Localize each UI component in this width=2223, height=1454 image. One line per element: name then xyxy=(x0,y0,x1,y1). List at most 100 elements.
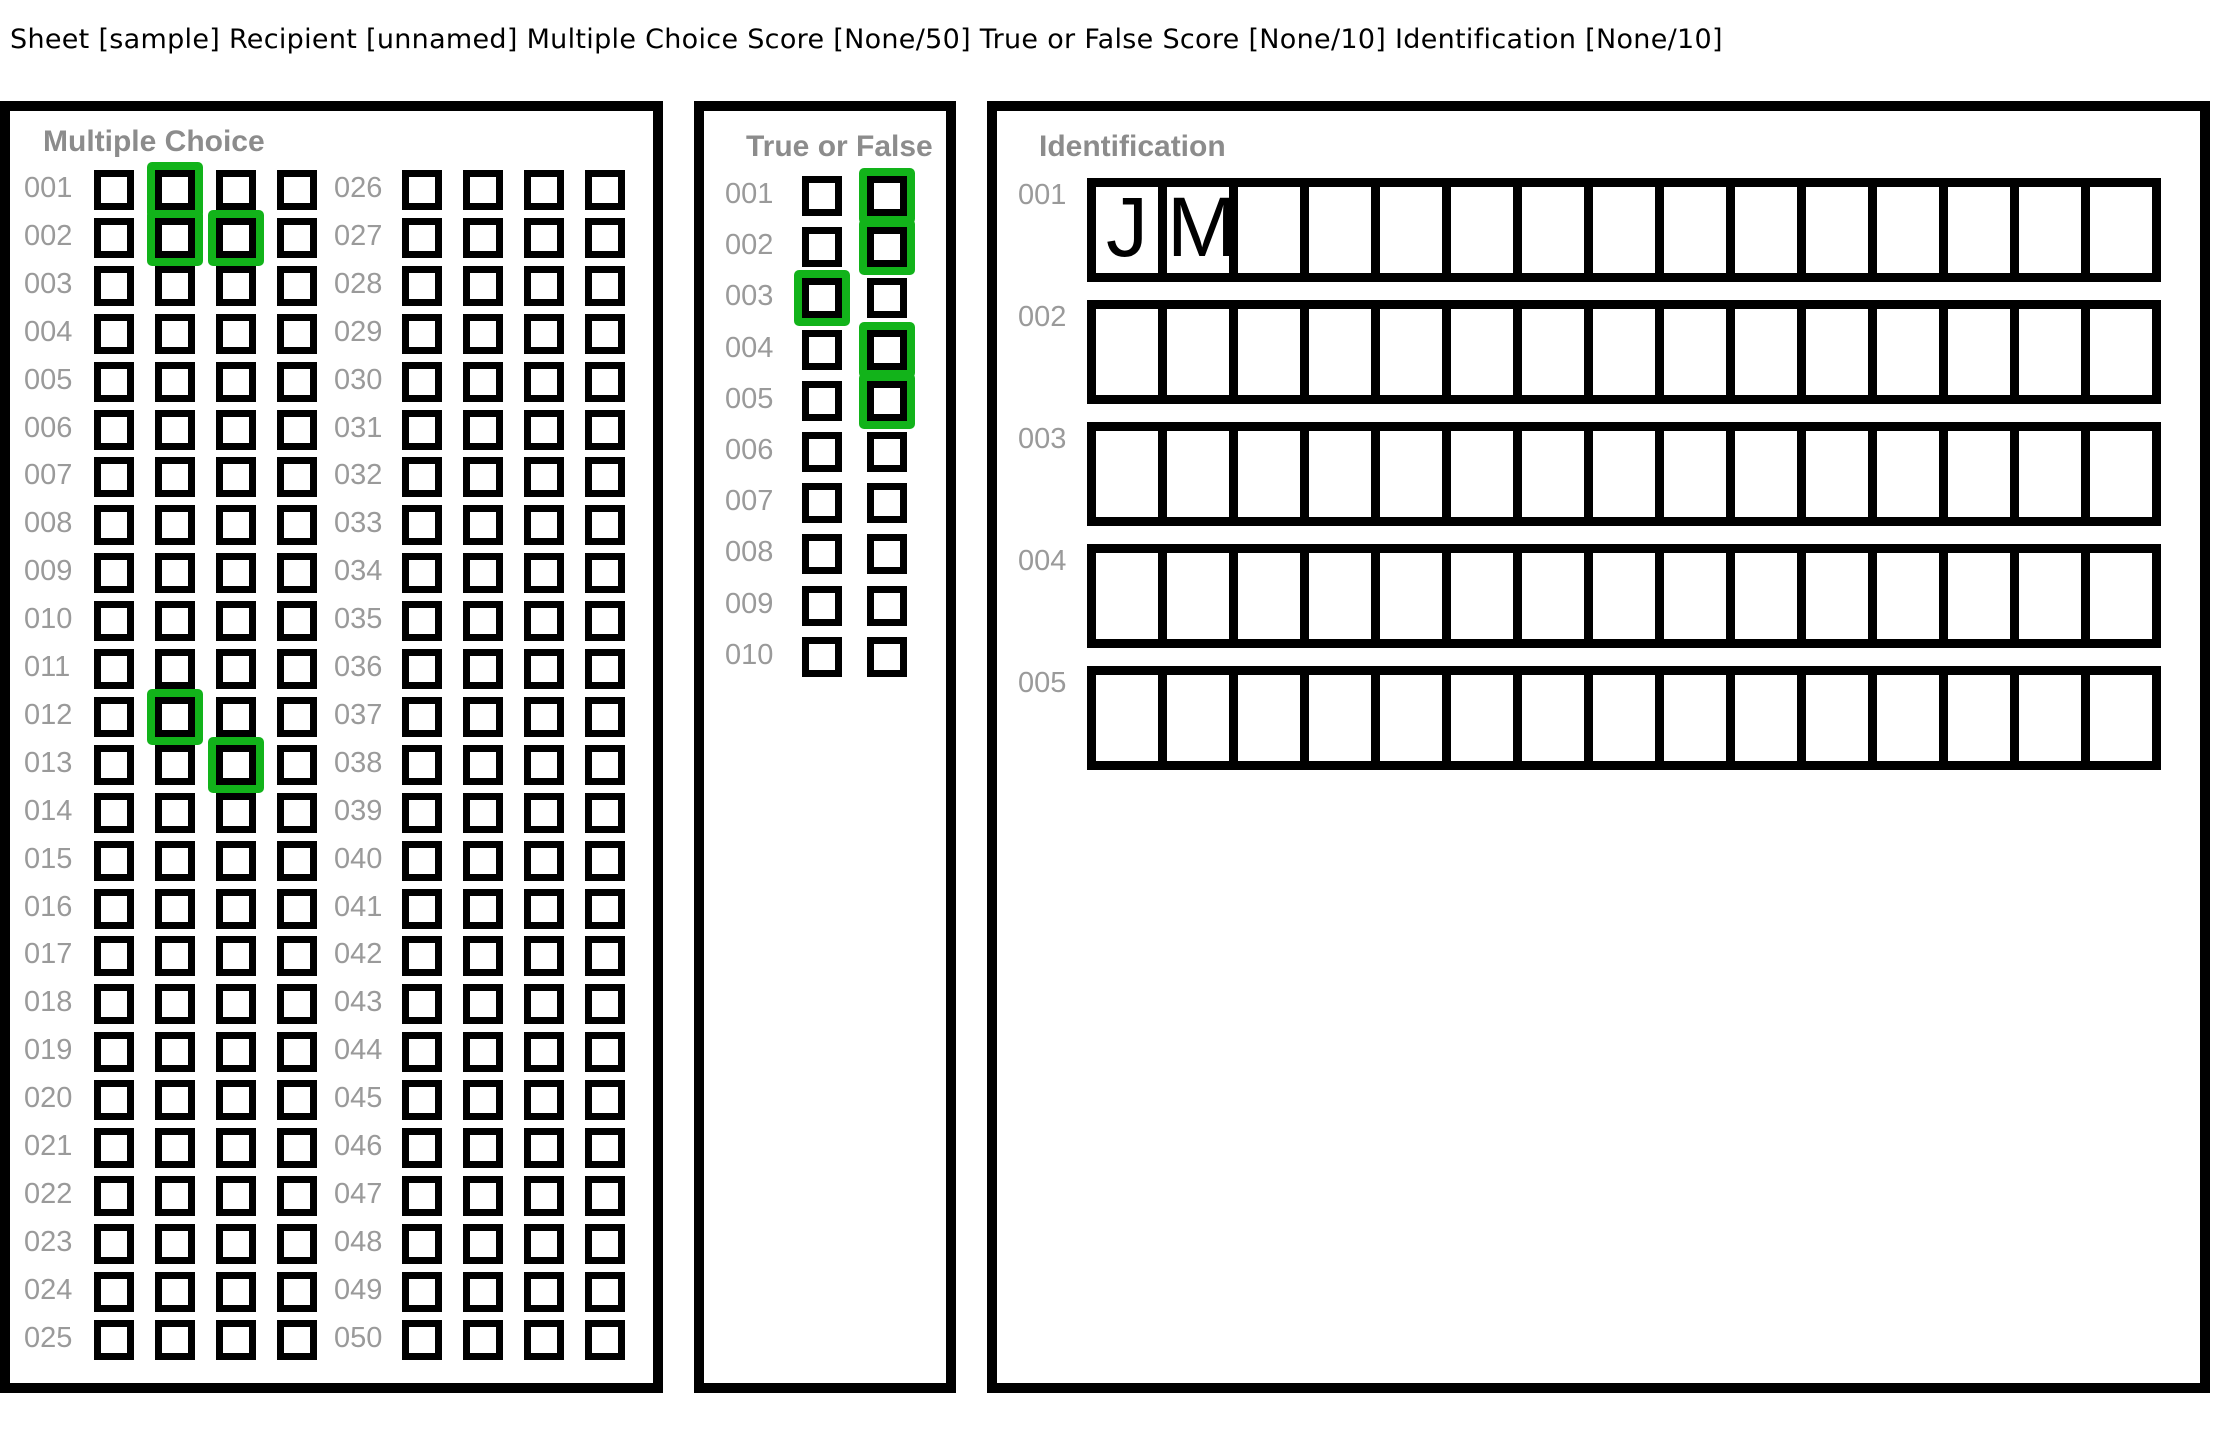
answer-box[interactable] xyxy=(802,227,842,268)
answer-box[interactable] xyxy=(802,432,842,472)
answer-box[interactable] xyxy=(277,1223,317,1264)
answer-box[interactable] xyxy=(277,744,317,785)
answer-box[interactable] xyxy=(402,1223,442,1264)
answer-box-selected[interactable] xyxy=(859,219,915,276)
answer-box[interactable] xyxy=(524,313,564,354)
answer-box[interactable] xyxy=(94,984,134,1025)
answer-box[interactable] xyxy=(216,696,256,737)
answer-box[interactable] xyxy=(802,636,842,677)
answer-box[interactable] xyxy=(402,265,442,306)
answer-box[interactable] xyxy=(463,792,503,833)
answer-box[interactable] xyxy=(216,313,256,354)
answer-cell[interactable] xyxy=(1806,187,1877,273)
answer-cell[interactable] xyxy=(1380,431,1451,517)
answer-box[interactable] xyxy=(216,1271,256,1312)
answer-cell[interactable] xyxy=(1735,187,1806,273)
answer-box[interactable] xyxy=(94,936,134,977)
answer-box[interactable] xyxy=(585,1223,625,1264)
answer-box[interactable] xyxy=(585,984,625,1025)
answer-row[interactable] xyxy=(1087,544,2161,648)
answer-cell[interactable] xyxy=(1735,675,1806,761)
answer-box[interactable] xyxy=(524,1128,564,1168)
answer-cell[interactable] xyxy=(1806,675,1877,761)
answer-box[interactable] xyxy=(585,1080,625,1121)
answer-box[interactable] xyxy=(402,1271,442,1312)
answer-cell[interactable] xyxy=(1593,187,1664,273)
answer-cell[interactable] xyxy=(1877,553,1948,639)
answer-cell[interactable] xyxy=(1238,675,1309,761)
answer-cell[interactable] xyxy=(1380,309,1451,395)
answer-box[interactable] xyxy=(402,505,442,546)
answer-box[interactable] xyxy=(585,217,625,258)
answer-box[interactable] xyxy=(463,840,503,881)
answer-cell[interactable] xyxy=(2090,309,2152,395)
answer-box[interactable] xyxy=(402,888,442,929)
answer-box[interactable] xyxy=(94,744,134,785)
answer-box[interactable] xyxy=(463,1175,503,1216)
answer-box[interactable] xyxy=(155,649,195,689)
answer-box[interactable] xyxy=(402,1175,442,1216)
answer-box[interactable] xyxy=(463,1032,503,1073)
answer-box[interactable] xyxy=(585,265,625,306)
answer-box[interactable] xyxy=(94,217,134,258)
answer-box[interactable] xyxy=(402,744,442,785)
answer-box[interactable] xyxy=(155,1175,195,1216)
answer-box[interactable] xyxy=(463,696,503,737)
answer-box[interactable] xyxy=(867,636,907,677)
answer-cell[interactable] xyxy=(1948,553,2019,639)
answer-box[interactable] xyxy=(802,380,842,421)
answer-box[interactable] xyxy=(402,984,442,1025)
answer-box[interactable] xyxy=(216,840,256,881)
answer-cell[interactable] xyxy=(1664,553,1735,639)
answer-box[interactable] xyxy=(216,505,256,546)
answer-box[interactable] xyxy=(277,313,317,354)
answer-cell[interactable] xyxy=(1309,553,1380,639)
answer-box[interactable] xyxy=(155,409,195,450)
answer-box-selected[interactable] xyxy=(208,209,264,266)
answer-box[interactable] xyxy=(155,361,195,402)
answer-box[interactable] xyxy=(402,361,442,402)
answer-box[interactable] xyxy=(402,601,442,642)
answer-cell[interactable] xyxy=(1451,431,1522,517)
answer-box[interactable] xyxy=(216,1175,256,1216)
answer-box[interactable] xyxy=(585,457,625,498)
answer-box[interactable] xyxy=(802,329,842,370)
answer-cell[interactable] xyxy=(1451,553,1522,639)
answer-cell[interactable]: M xyxy=(1167,185,1238,273)
answer-box[interactable] xyxy=(216,601,256,642)
answer-box[interactable] xyxy=(524,1175,564,1216)
answer-box[interactable] xyxy=(155,1271,195,1312)
answer-box[interactable] xyxy=(585,313,625,354)
answer-box[interactable] xyxy=(216,265,256,306)
answer-row[interactable] xyxy=(1087,666,2161,770)
answer-cell[interactable] xyxy=(1522,187,1593,273)
answer-cell[interactable] xyxy=(1522,431,1593,517)
answer-cell[interactable] xyxy=(2090,675,2152,761)
answer-cell[interactable] xyxy=(1380,675,1451,761)
answer-box[interactable] xyxy=(585,1271,625,1312)
answer-box[interactable] xyxy=(277,505,317,546)
answer-box[interactable] xyxy=(216,984,256,1025)
answer-box[interactable] xyxy=(585,1032,625,1073)
answer-box[interactable] xyxy=(585,696,625,737)
answer-box[interactable] xyxy=(524,601,564,642)
answer-box[interactable] xyxy=(585,170,625,210)
answer-box[interactable] xyxy=(463,217,503,258)
answer-box[interactable] xyxy=(216,361,256,402)
answer-cell[interactable] xyxy=(1806,309,1877,395)
answer-box[interactable] xyxy=(216,1032,256,1073)
answer-cell[interactable] xyxy=(2019,553,2090,639)
answer-box[interactable] xyxy=(402,1319,442,1360)
answer-box[interactable] xyxy=(524,1032,564,1073)
answer-box[interactable] xyxy=(585,888,625,929)
answer-box[interactable] xyxy=(402,409,442,450)
answer-box[interactable] xyxy=(524,1223,564,1264)
answer-box-selected[interactable] xyxy=(859,168,915,224)
answer-box[interactable] xyxy=(402,170,442,210)
answer-box[interactable] xyxy=(867,432,907,472)
answer-cell[interactable] xyxy=(1664,187,1735,273)
answer-box[interactable] xyxy=(277,696,317,737)
answer-box[interactable] xyxy=(155,840,195,881)
answer-box[interactable] xyxy=(277,936,317,977)
answer-box[interactable] xyxy=(155,792,195,833)
